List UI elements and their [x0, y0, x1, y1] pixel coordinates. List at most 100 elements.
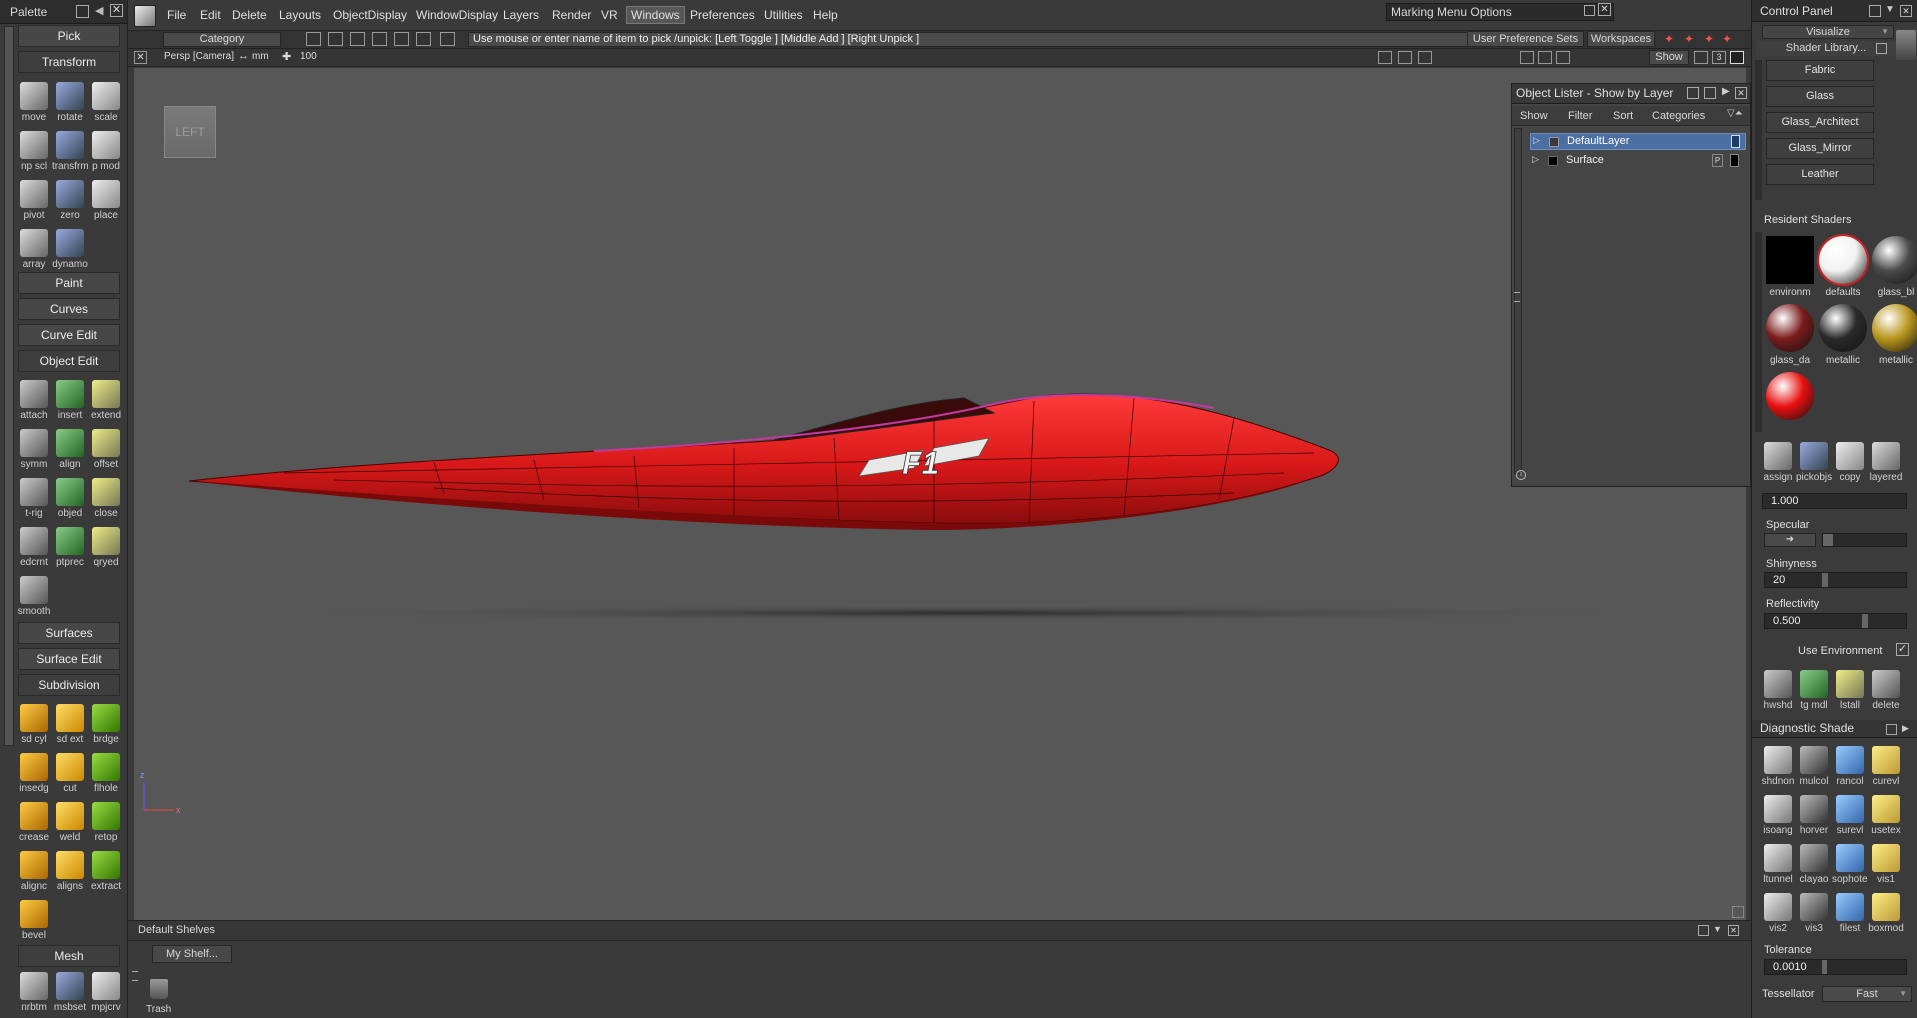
section-mesh[interactable]: Mesh [18, 945, 120, 967]
lister-menu-icon[interactable] [1704, 87, 1716, 99]
tool-mpjcrv[interactable]: mpjcrv [88, 970, 124, 1018]
render-icon-1[interactable] [1378, 51, 1392, 64]
grid-icon[interactable]: ✚ [282, 50, 291, 63]
tool-close[interactable]: close [88, 476, 124, 524]
tessellator-dropdown[interactable]: Fast ▼ [1822, 986, 1912, 1002]
use-environment-checkbox[interactable]: ✓ [1896, 643, 1909, 656]
tool-qryed[interactable]: qryed [88, 525, 124, 573]
lister-tab-categories[interactable]: Categories [1652, 110, 1705, 122]
material-glass-mirror-button[interactable]: Glass_Mirror [1766, 138, 1874, 159]
tool-assign[interactable]: assign [1760, 440, 1796, 488]
library-scrollbar[interactable] [1755, 60, 1762, 200]
section-paint[interactable]: Paint [18, 272, 120, 294]
viewport-close-icon[interactable]: ✕ [134, 51, 147, 64]
lister-info-icon[interactable]: i [1516, 470, 1526, 480]
cp-close-icon[interactable]: ✕ [1900, 5, 1912, 17]
layer-visibility-box[interactable] [1730, 154, 1739, 167]
shader-library-menu-icon[interactable] [1876, 43, 1887, 54]
section-surfaces[interactable]: Surfaces [18, 622, 120, 644]
tool-weld[interactable]: weld [52, 800, 88, 848]
tool-vis3[interactable]: vis3 [1796, 891, 1832, 939]
tool-usetex[interactable]: usetex [1868, 793, 1904, 841]
value-field[interactable]: 1.000 [1762, 493, 1907, 509]
tool-zero[interactable]: zero [52, 178, 88, 226]
lister-close-icon[interactable]: ✕ [1735, 87, 1747, 99]
shelf-menu-icon[interactable] [1698, 925, 1709, 936]
shelf-close-icon[interactable]: ✕ [1728, 925, 1739, 936]
tool-attach[interactable]: attach [16, 378, 52, 426]
section-curves[interactable]: Curves [18, 298, 120, 320]
menu-edit[interactable]: Edit [200, 8, 221, 22]
expand-arrow-icon[interactable]: ▷ [1532, 154, 1539, 165]
shader-swatch[interactable] [1766, 372, 1814, 420]
visualize-dropdown[interactable]: Visualize ▼ [1762, 25, 1894, 39]
tool-extend[interactable]: extend [88, 378, 124, 426]
marking-menu-list-icon[interactable] [1584, 5, 1595, 16]
category-dropdown[interactable]: Category [163, 32, 281, 47]
boat-model[interactable]: F1 [188, 393, 1339, 530]
tool-hwshd[interactable]: hwshd [1760, 668, 1796, 716]
lister-tab-show[interactable]: Show [1520, 110, 1548, 122]
tool-offset[interactable]: offset [88, 427, 124, 475]
menu-file[interactable]: File [167, 8, 186, 22]
slider-thumb[interactable] [1823, 534, 1833, 546]
palette-menu-icon[interactable] [76, 5, 89, 18]
tool-flhole[interactable]: flhole [88, 751, 124, 799]
tool-layered[interactable]: layered [1868, 440, 1904, 488]
section-curve-edit[interactable]: Curve Edit [18, 324, 120, 346]
palette-collapse-icon[interactable]: ◀ [95, 4, 103, 17]
tool-clayao[interactable]: clayao [1796, 842, 1832, 890]
tool-alignc[interactable]: alignc [16, 849, 52, 897]
tool-bevel[interactable]: bevel [16, 898, 52, 946]
menu-preferences[interactable]: Preferences [690, 8, 755, 22]
tool-vis1[interactable]: vis1 [1868, 842, 1904, 890]
tool-mulcol[interactable]: mulcol [1796, 744, 1832, 792]
tool-curevl[interactable]: curevl [1868, 744, 1904, 792]
3d-viewport[interactable]: LEFT F1 z x [134, 68, 1746, 920]
pick-box-icon[interactable] [328, 32, 343, 46]
viewport-resize-corner[interactable] [1732, 906, 1744, 918]
view-icon-2[interactable] [1538, 51, 1552, 64]
tool-array[interactable]: array [16, 227, 52, 275]
menu-windows[interactable]: Windows [626, 6, 685, 24]
user-preference-sets-button[interactable]: User Preference Sets [1467, 31, 1584, 47]
pick-mode-icon[interactable] [306, 32, 321, 46]
tool-dynamo[interactable]: dynamo [52, 227, 88, 275]
tool-aligns[interactable]: aligns [52, 849, 88, 897]
tool-copy[interactable]: copy [1832, 440, 1868, 488]
shader-library-header[interactable]: Shader Library... [1756, 41, 1896, 56]
tool-delete[interactable]: delete [1868, 668, 1904, 716]
layout-icon[interactable] [1694, 51, 1708, 64]
tool-insedg[interactable]: insedg [16, 751, 52, 799]
shelf-collapse-icon[interactable]: ▼ [1713, 924, 1722, 934]
section-surface-edit[interactable]: Surface Edit [18, 648, 120, 670]
lister-sort-icon[interactable] [1687, 87, 1699, 99]
hull-icon[interactable] [416, 32, 431, 46]
tool-align[interactable]: align [52, 427, 88, 475]
tool-isoang[interactable]: isoang [1760, 793, 1796, 841]
shader-swatch[interactable] [1817, 234, 1869, 286]
tool-shdnon[interactable]: shdnon [1760, 744, 1796, 792]
cp-menu-icon[interactable] [1869, 5, 1881, 17]
section-pick[interactable]: Pick [18, 25, 120, 47]
shelf-tab[interactable]: My Shelf... [152, 945, 232, 963]
reflectivity-slider-thumb[interactable] [1862, 614, 1868, 628]
shader-swatch[interactable] [1766, 304, 1814, 352]
tool-p-mod[interactable]: p mod [88, 129, 124, 177]
menu-help[interactable]: Help [813, 8, 838, 22]
surf-icon[interactable] [134, 5, 156, 27]
palette-close-icon[interactable]: ✕ [110, 4, 123, 17]
tolerance-field[interactable]: 0.0010 [1764, 959, 1907, 975]
menu-layers[interactable]: Layers [503, 8, 539, 22]
tolerance-slider-thumb[interactable] [1822, 960, 1827, 974]
shelf-grip[interactable] [132, 971, 138, 981]
shader-swatch[interactable] [1872, 236, 1917, 284]
tool-brdge[interactable]: brdge [88, 702, 124, 750]
material-leather-button[interactable]: Leather [1766, 164, 1874, 185]
tool-nrbtm[interactable]: nrbtm [16, 970, 52, 1018]
tool-move[interactable]: move [16, 80, 52, 128]
workspace-tool-icon-3[interactable]: ✦ [1704, 32, 1714, 46]
render-icon-3[interactable] [1418, 51, 1432, 64]
cp-collapse-icon[interactable]: ▼ [1885, 4, 1895, 15]
menu-delete[interactable]: Delete [232, 8, 267, 22]
